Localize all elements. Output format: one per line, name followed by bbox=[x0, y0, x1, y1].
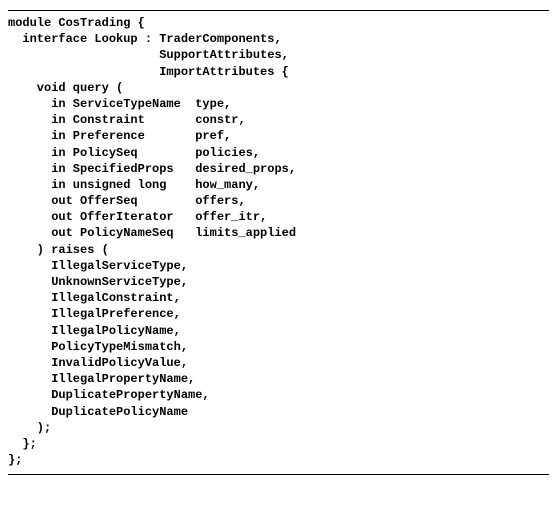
bottom-rule bbox=[8, 474, 549, 475]
code-line: out OfferSeq offers, bbox=[8, 194, 246, 208]
code-line: in ServiceTypeName type, bbox=[8, 97, 231, 111]
code-line: IllegalConstraint, bbox=[8, 291, 181, 305]
code-line: module CosTrading { bbox=[8, 16, 145, 30]
code-line: IllegalServiceType, bbox=[8, 259, 188, 273]
code-line: in SpecifiedProps desired_props, bbox=[8, 162, 296, 176]
code-line: }; bbox=[8, 453, 22, 467]
code-line: DuplicatePolicyName bbox=[8, 405, 188, 419]
code-line: ) raises ( bbox=[8, 243, 109, 257]
code-line: ); bbox=[8, 421, 51, 435]
code-line: in unsigned long how_many, bbox=[8, 178, 260, 192]
code-line: in Constraint constr, bbox=[8, 113, 246, 127]
code-line: in PolicySeq policies, bbox=[8, 146, 260, 160]
code-line: ImportAttributes { bbox=[8, 65, 289, 79]
code-line: IllegalPolicyName, bbox=[8, 324, 181, 338]
code-line: IllegalPreference, bbox=[8, 307, 181, 321]
code-line: in Preference pref, bbox=[8, 129, 231, 143]
code-line: out PolicyNameSeq limits_applied bbox=[8, 226, 296, 240]
code-line: void query ( bbox=[8, 81, 123, 95]
code-line: UnknownServiceType, bbox=[8, 275, 188, 289]
code-line: interface Lookup : TraderComponents, bbox=[8, 32, 282, 46]
idl-code-block: module CosTrading { interface Lookup : T… bbox=[8, 15, 549, 468]
code-line: SupportAttributes, bbox=[8, 48, 289, 62]
code-line: PolicyTypeMismatch, bbox=[8, 340, 188, 354]
code-listing-page: module CosTrading { interface Lookup : T… bbox=[0, 0, 557, 481]
code-line: }; bbox=[8, 437, 37, 451]
code-line: DuplicatePropertyName, bbox=[8, 388, 210, 402]
top-rule bbox=[8, 10, 549, 11]
code-line: out OfferIterator offer_itr, bbox=[8, 210, 267, 224]
code-line: IllegalPropertyName, bbox=[8, 372, 195, 386]
code-line: InvalidPolicyValue, bbox=[8, 356, 188, 370]
